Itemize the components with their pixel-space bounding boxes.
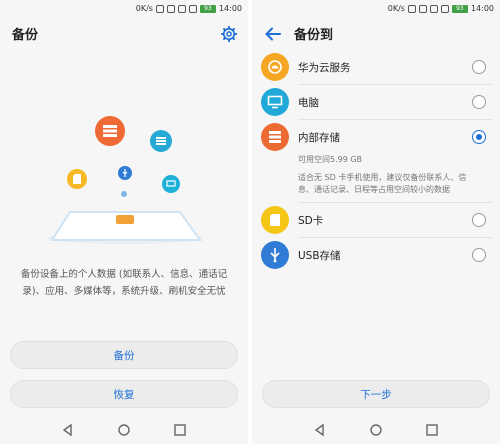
- signal-icon: [440, 4, 449, 13]
- internal-storage-note: 适合无 SD 卡手机使用，建议仅备份联系人、信息、通话记录、日程等占用空间较小的…: [298, 173, 467, 194]
- option-label: SD卡: [298, 214, 324, 227]
- option-label: USB存储: [298, 249, 341, 262]
- option-label: 华为云服务: [298, 61, 351, 74]
- signal-icon: [188, 4, 197, 13]
- bluetooth-icon: [407, 4, 416, 13]
- alarm-icon: [166, 4, 175, 13]
- nav-back-icon[interactable]: [313, 423, 327, 437]
- backup-button[interactable]: 备份: [10, 341, 238, 369]
- usb-icon: [261, 241, 289, 269]
- option-huawei-cloud[interactable]: 华为云服务: [252, 50, 500, 84]
- document-icon: [150, 130, 172, 152]
- nav-back-icon[interactable]: [61, 423, 75, 437]
- radio-computer[interactable]: [472, 95, 486, 109]
- wifi-icon: [429, 4, 438, 13]
- backup-illustration: [0, 50, 248, 255]
- app-bar: 备份: [0, 17, 248, 50]
- radio-sd-card[interactable]: [472, 213, 486, 227]
- sd-card-icon: [67, 169, 87, 189]
- storage-icon: [261, 123, 289, 151]
- option-computer[interactable]: 电脑: [252, 85, 500, 119]
- radio-usb-storage[interactable]: [472, 248, 486, 262]
- network-speed: 0K/s: [387, 4, 405, 13]
- backup-description: 备份设备上的个人数据 (如联系人、信息、通话记录)、应用、多媒体等，系统升级、刷…: [20, 269, 228, 297]
- usb-icon: [118, 166, 132, 180]
- battery-icon: 93: [451, 4, 468, 13]
- option-label: 内部存储: [298, 131, 340, 144]
- back-arrow-icon[interactable]: [264, 25, 282, 43]
- nav-home-icon[interactable]: [369, 423, 383, 437]
- navigation-bar: [252, 416, 500, 444]
- backup-destination-list: 华为云服务 电脑 内部存储 可用空间5.99 GB 适合无 SD 卡手机使用，建…: [252, 50, 500, 272]
- nav-recents-icon[interactable]: [425, 423, 439, 437]
- clock: 14:00: [470, 4, 494, 13]
- page-title: 备份到: [294, 28, 334, 43]
- wifi-icon: [177, 4, 186, 13]
- option-internal-storage[interactable]: 内部存储: [252, 120, 500, 154]
- small-dot: [121, 191, 127, 197]
- backup-screen: 0K/s 93 14:00 备份 备份设备上的个人数据 (如联系人、信息、通话记…: [0, 0, 248, 444]
- battery-icon: 93: [199, 4, 216, 13]
- monitor-icon: [162, 175, 180, 193]
- option-label: 电脑: [298, 96, 319, 109]
- radio-huawei-cloud[interactable]: [472, 60, 486, 74]
- next-step-button[interactable]: 下一步: [262, 380, 490, 408]
- option-sd-card[interactable]: SD卡: [252, 203, 500, 237]
- nav-home-icon[interactable]: [117, 423, 131, 437]
- database-icon: [95, 116, 125, 146]
- network-speed: 0K/s: [135, 4, 153, 13]
- option-usb-storage[interactable]: USB存储: [252, 238, 500, 272]
- backup-illustration-graphic: [47, 211, 203, 244]
- status-bar: 0K/s 93 14:00: [0, 0, 248, 17]
- monitor-icon: [261, 88, 289, 116]
- internal-storage-available: 可用空间5.99 GB: [298, 155, 363, 164]
- restore-button[interactable]: 恢复: [10, 380, 238, 408]
- clock: 14:00: [218, 4, 242, 13]
- page-title: 备份: [12, 28, 39, 43]
- settings-gear-icon[interactable]: [220, 25, 238, 43]
- status-bar: 0K/s 93 14:00: [252, 0, 500, 17]
- alarm-icon: [418, 4, 427, 13]
- app-bar: 备份到: [252, 17, 500, 50]
- nav-recents-icon[interactable]: [173, 423, 187, 437]
- navigation-bar: [0, 416, 248, 444]
- bluetooth-icon: [155, 4, 164, 13]
- cloud-icon: [261, 53, 289, 81]
- sd-card-icon: [261, 206, 289, 234]
- backup-to-screen: 0K/s 93 14:00 备份到 华为云服务 电脑 内部存储 可用空间5.99…: [252, 0, 500, 444]
- radio-internal-storage[interactable]: [472, 130, 486, 144]
